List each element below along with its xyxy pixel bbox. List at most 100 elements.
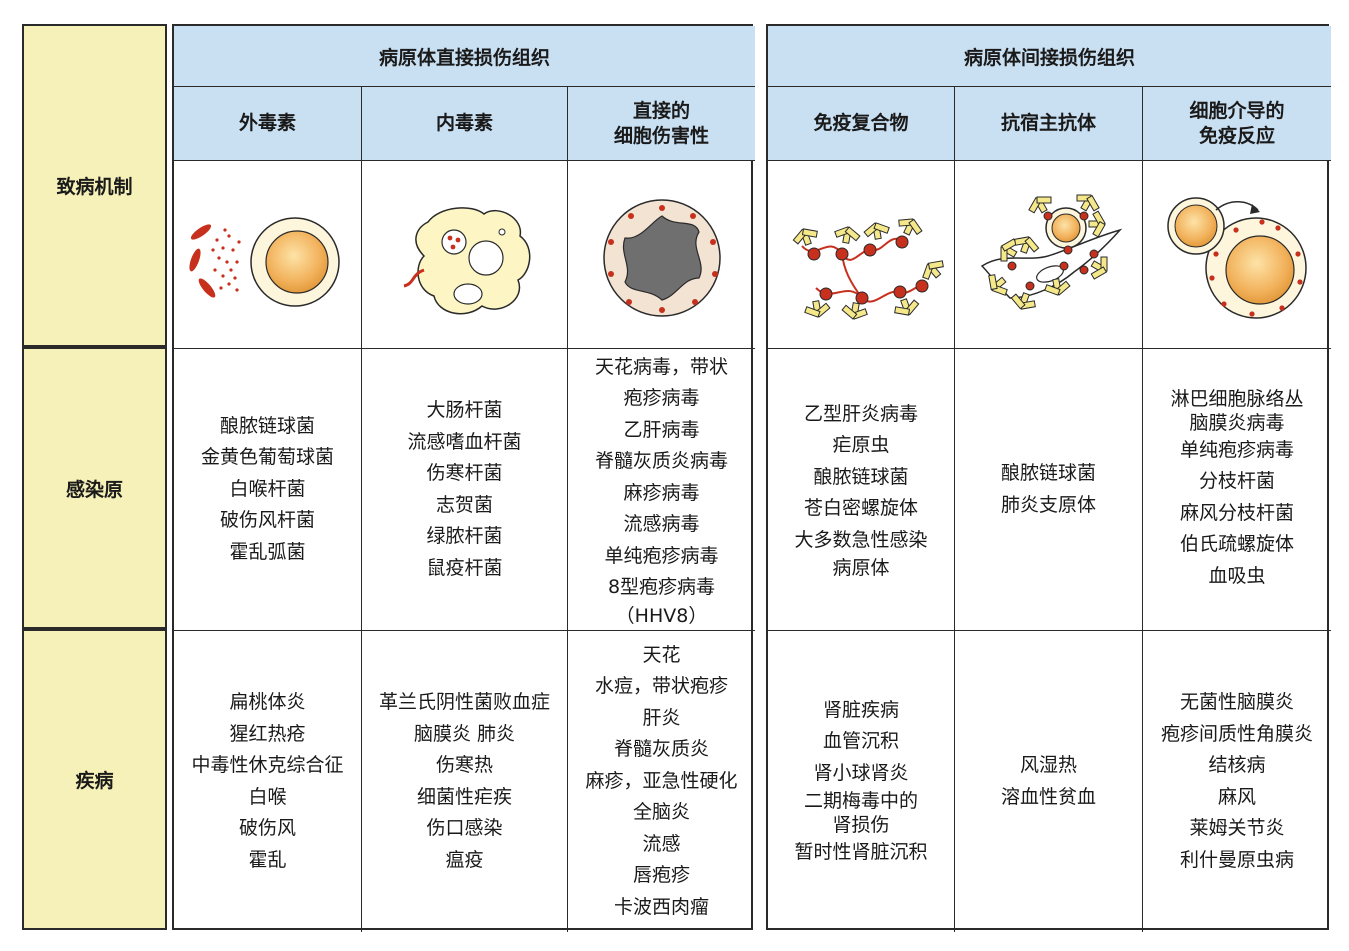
diseases-immune-complex: 肾脏疾病 血管沉积 肾小球肾炎 二期梅毒中的 肾损伤 暂时性肾脏沉积 bbox=[768, 631, 955, 932]
list-item: 血吸虫 bbox=[1208, 564, 1266, 587]
column-header-cell-mediated: 细胞介导的 免疫反应 bbox=[1143, 87, 1331, 161]
list-item: 溶血性贫血 bbox=[1000, 785, 1096, 808]
agents-endotoxin: 大肠杆菌 流感嗜血杆菌 伤寒杆菌 志贺菌 绿脓杆菌 鼠疫杆菌 bbox=[362, 349, 568, 631]
list-item: 全脑炎 bbox=[632, 801, 690, 824]
list-item: 无菌性脑膜炎 bbox=[1179, 691, 1294, 713]
list-item: 卡波西肉瘤 bbox=[613, 895, 709, 918]
agents-immune-complex: 乙型肝炎病毒 疟原虫 酿脓链球菌 苍白密螺旋体 大多数急性感染 病原体 bbox=[768, 349, 955, 631]
infected-cell-icon bbox=[602, 198, 721, 317]
cell-mediated-illustration bbox=[1143, 161, 1331, 349]
diseases-anti-host-antibody: 风湿热 溶血性贫血 bbox=[955, 631, 1143, 932]
row-header-diseases: 疾病 bbox=[22, 629, 167, 930]
list-item: 伯氏疏螺旋体 bbox=[1179, 533, 1294, 556]
list-item: 天花 bbox=[642, 643, 681, 666]
immune-complex-illustration bbox=[768, 161, 955, 349]
diseases-cell-mediated: 无菌性脑膜炎 疱疹间质性角膜炎 结核病 麻风 莱姆关节炎 利什曼原虫病 bbox=[1143, 631, 1331, 932]
list-item: 肾损伤 bbox=[832, 814, 890, 836]
list-item: 大多数急性感染 bbox=[794, 528, 928, 551]
anti-host-antibody-icon bbox=[980, 187, 1122, 314]
row-header-agents: 感染原 bbox=[22, 347, 167, 629]
list-item: 流感 bbox=[642, 832, 681, 855]
endotoxin-illustration bbox=[362, 161, 568, 349]
list-item: 霍乱 bbox=[248, 848, 287, 871]
diseases-endotoxin: 革兰氏阴性菌败血症 脑膜炎 肺炎 伤寒热 细菌性疟疾 伤口感染 瘟疫 bbox=[362, 631, 568, 932]
diseases-exotoxin: 扁桃体炎 猩红热疮 中毒性休克综合征 白喉 破伤风 霍乱 bbox=[174, 631, 362, 932]
agents-cell-mediated: 淋巴细胞脉络丛 脑膜炎病毒 单纯疱疹病毒 分枝杆菌 麻风分枝杆菌 伯氏疏螺旋体 … bbox=[1143, 349, 1331, 631]
list-item: 苍白密螺旋体 bbox=[803, 497, 918, 520]
list-item: 革兰氏阴性菌败血症 bbox=[378, 691, 550, 713]
list-item: 酿脓链球菌 bbox=[1000, 462, 1096, 484]
list-item: 酿脓链球菌 bbox=[813, 465, 909, 488]
anti-host-antibody-illustration bbox=[955, 161, 1143, 349]
list-item: 病原体 bbox=[832, 557, 890, 580]
list-item: 单纯疱疹病毒 bbox=[1179, 438, 1294, 461]
list-item: 麻疹，亚急性硬化 bbox=[585, 769, 738, 792]
list-item: 利什曼原虫病 bbox=[1179, 848, 1294, 871]
list-item: 单纯疱疹病毒 bbox=[604, 544, 719, 567]
list-item: 疱疹病毒 bbox=[623, 387, 700, 409]
column-header-anti-host-antibody: 抗宿主抗体 bbox=[955, 87, 1143, 161]
list-item: 扁桃体炎 bbox=[229, 691, 306, 713]
list-item: 麻风分枝杆菌 bbox=[1179, 501, 1294, 524]
list-item: 鼠疫杆菌 bbox=[426, 556, 503, 579]
list-item: 血管沉积 bbox=[822, 730, 899, 752]
list-item: 伤寒热 bbox=[435, 754, 493, 776]
direct-cytotoxicity-illustration bbox=[568, 161, 755, 349]
column-header-endotoxin: 内毒素 bbox=[362, 87, 568, 161]
exotoxin-release-icon bbox=[188, 216, 340, 307]
list-item: 破伤风杆菌 bbox=[219, 509, 315, 532]
endotoxin-macrophage-icon bbox=[403, 206, 530, 314]
list-item: 唇疱疹 bbox=[632, 864, 690, 887]
list-item: 脑膜炎 肺炎 bbox=[413, 722, 516, 745]
immune-complex-icon bbox=[790, 212, 946, 322]
list-item: 水痘，带状疱疹 bbox=[594, 675, 728, 698]
list-item: （HHV8） bbox=[615, 604, 708, 627]
list-item: 肝炎 bbox=[642, 706, 681, 729]
list-item: 流感嗜血杆菌 bbox=[407, 430, 522, 453]
list-item: 脑膜炎病毒 bbox=[1189, 411, 1285, 434]
list-item: 伤口感染 bbox=[426, 817, 503, 839]
list-item: 8型疱疹病毒 bbox=[607, 576, 716, 598]
list-item: 疱疹间质性角膜炎 bbox=[1160, 722, 1313, 745]
list-item: 流感病毒 bbox=[623, 513, 700, 535]
exotoxin-illustration bbox=[174, 161, 362, 349]
cell-mediated-immunity-icon bbox=[1167, 196, 1307, 319]
list-item: 破伤风 bbox=[238, 817, 296, 839]
direct-damage-table: 病原体直接损伤组织 外毒素 内毒素 直接的 细胞伤害性 酿脓链球菌 金黄色葡萄球… bbox=[172, 24, 755, 932]
row-header-mechanism: 致病机制 bbox=[22, 24, 167, 347]
list-item: 绿脓杆菌 bbox=[426, 525, 503, 547]
list-item: 瘟疫 bbox=[445, 848, 484, 871]
list-item: 疟原虫 bbox=[832, 434, 890, 457]
column-header-immune-complex: 免疫复合物 bbox=[768, 87, 955, 161]
list-item: 乙型肝炎病毒 bbox=[803, 402, 918, 425]
list-item: 脊髓灰质炎 bbox=[613, 738, 709, 761]
group-header-direct: 病原体直接损伤组织 bbox=[174, 26, 755, 87]
list-item: 肾小球肾炎 bbox=[813, 761, 909, 784]
list-item: 分枝杆菌 bbox=[1198, 470, 1275, 493]
list-item: 二期梅毒中的 bbox=[803, 790, 918, 812]
list-item: 大肠杆菌 bbox=[426, 399, 503, 421]
indirect-damage-table: 病原体间接损伤组织 免疫复合物 抗宿主抗体 细胞介导的 免疫反应 乙型肝炎病毒 … bbox=[766, 24, 1331, 932]
list-item: 酿脓链球菌 bbox=[219, 414, 315, 437]
list-item: 天花病毒，带状 bbox=[594, 355, 728, 378]
list-item: 猩红热疮 bbox=[229, 722, 306, 745]
list-item: 肺炎支原体 bbox=[1000, 493, 1096, 516]
list-item: 麻风 bbox=[1217, 785, 1256, 808]
list-item: 霍乱弧菌 bbox=[229, 540, 306, 563]
list-item: 金黄色葡萄球菌 bbox=[200, 446, 334, 469]
list-item: 细菌性疟疾 bbox=[416, 785, 512, 808]
diseases-direct-cytotoxicity: 天花 水痘，带状疱疹 肝炎 脊髓灰质炎 麻疹，亚急性硬化 全脑炎 流感 唇疱疹 … bbox=[568, 631, 755, 932]
agents-direct-cytotoxicity: 天花病毒，带状 疱疹病毒 乙肝病毒 脊髓灰质炎病毒 麻疹病毒 流感病毒 单纯疱疹… bbox=[568, 349, 755, 631]
list-item: 结核病 bbox=[1208, 754, 1266, 776]
agents-exotoxin: 酿脓链球菌 金黄色葡萄球菌 白喉杆菌 破伤风杆菌 霍乱弧菌 bbox=[174, 349, 362, 631]
list-item: 志贺菌 bbox=[435, 493, 493, 516]
list-item: 麻疹病毒 bbox=[623, 481, 700, 504]
list-item: 风湿热 bbox=[1019, 754, 1077, 776]
list-item: 乙肝病毒 bbox=[623, 418, 700, 441]
column-header-direct-cytotoxicity: 直接的 细胞伤害性 bbox=[568, 87, 755, 161]
list-item: 白喉 bbox=[248, 785, 287, 808]
list-item: 中毒性休克综合征 bbox=[191, 754, 344, 776]
list-item: 脊髓灰质炎病毒 bbox=[594, 450, 728, 472]
list-item: 淋巴细胞脉络丛 bbox=[1170, 387, 1304, 410]
list-item: 莱姆关节炎 bbox=[1189, 817, 1285, 839]
